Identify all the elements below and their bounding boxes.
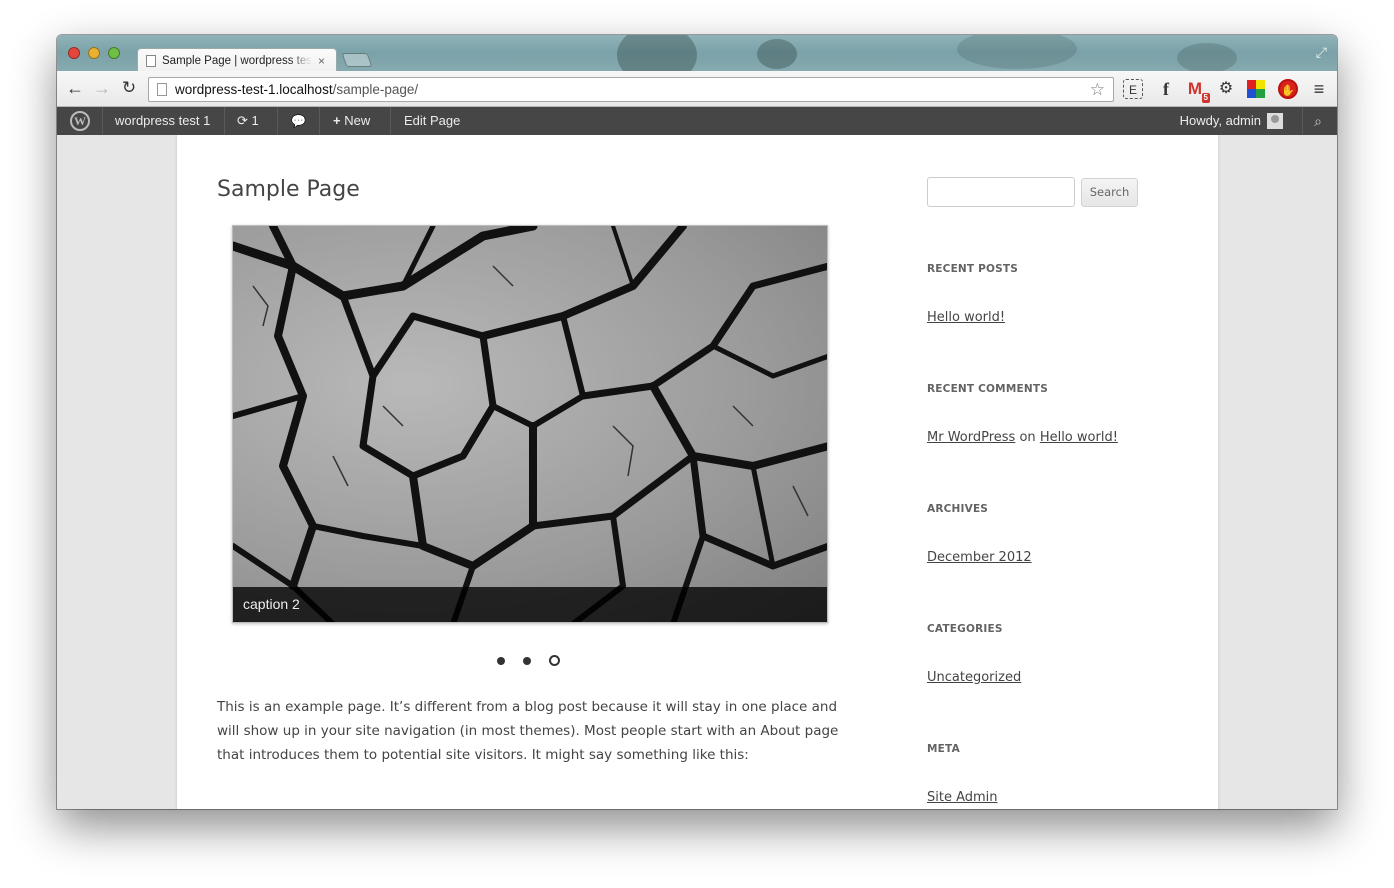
category-item[interactable]: Uncategorized [927,670,1021,685]
browser-toolbar: ← → ↻ wordpress-test-1.localhost/sample-… [57,71,1337,107]
adblock-extension-icon[interactable]: ✋ [1278,79,1298,99]
window-close-button[interactable] [68,47,80,59]
browser-tab-active[interactable]: Sample Page | wordpress test 1 × [137,48,337,71]
gear-icon[interactable]: ⚙ [1216,79,1236,99]
color-picker-extension-icon[interactable] [1247,80,1265,98]
slider-dot-3-active[interactable] [549,655,560,666]
page-icon [146,54,156,67]
admin-bar-divider [102,107,103,135]
site-admin-link[interactable]: Site Admin [927,790,998,805]
meta-item[interactable]: Site Admin [927,790,998,805]
gmail-extension-icon[interactable]: M 5 [1185,79,1210,103]
archive-link[interactable]: December 2012 [927,550,1032,565]
comment-on-text: on [1019,430,1036,445]
avatar [1267,113,1283,129]
fullscreen-icon[interactable]: ⤢ [1316,44,1327,61]
forward-icon[interactable]: → [92,78,112,98]
admin-bar-divider [224,107,225,135]
bookmark-star-icon[interactable]: ☆ [1090,78,1105,101]
search-icon[interactable]: ⌕ [1303,107,1333,135]
page-viewport: Sample Page caption 2 This is an example… [57,135,1337,809]
category-link[interactable]: Uncategorized [927,670,1021,685]
recent-post-link[interactable]: Hello world! [927,310,1005,325]
tab-title: Sample Page | wordpress test 1 [162,54,312,67]
gmail-icon: M [1187,79,1203,98]
browser-titlebar: Sample Page | wordpress test 1 × ⤢ [57,35,1337,71]
comment-post-link[interactable]: Hello world! [1040,430,1118,445]
browser-window: Sample Page | wordpress test 1 × ⤢ ← → ↻… [57,35,1337,809]
archive-item[interactable]: December 2012 [927,550,1032,565]
admin-bar-divider [390,107,391,135]
search-input[interactable] [927,177,1075,207]
slider-caption: caption 2 [233,587,827,622]
updates-icon: ⟳ [237,113,248,128]
recent-comment-item: Mr WordPress on Hello world! [927,430,1118,445]
recent-posts-heading: Recent Posts [927,263,1019,275]
admin-bar-site-name[interactable]: wordpress test 1 [105,107,220,135]
categories-heading: Categories [927,623,1003,635]
comments-icon[interactable]: 💬 [281,107,316,135]
comment-author-link[interactable]: Mr WordPress [927,430,1015,445]
howdy-label: Howdy, admin [1179,113,1261,128]
gmail-unread-badge: 5 [1201,93,1210,103]
new-tab-button[interactable] [341,53,373,67]
recent-comments-heading: Recent Comments [927,383,1048,395]
admin-bar-account[interactable]: Howdy, admin [1170,107,1293,135]
reload-icon[interactable]: ↻ [119,78,139,98]
page-body-text: This is an example page. It’s different … [217,699,839,763]
slider-dot-1[interactable] [497,656,505,665]
wp-admin-bar: W wordpress test 1 ⟳ 1 💬 + New Edit Page… [57,107,1337,135]
image-slider[interactable]: caption 2 [232,225,828,623]
meta-heading: Meta [927,743,960,755]
url-path: /sample-page/ [332,82,419,97]
wordpress-logo-icon[interactable]: W [60,107,100,135]
facebook-extension-icon[interactable]: f [1156,79,1176,99]
back-icon[interactable]: ← [65,78,85,98]
slider-dot-2[interactable] [523,656,531,665]
recent-post-link-text[interactable]: Hello world! [927,310,1005,325]
url-host: wordpress-test-1.localhost [175,82,333,97]
wordpress-logo-glyph: W [70,111,90,131]
address-bar[interactable]: wordpress-test-1.localhost/sample-page/ … [148,77,1114,102]
site-content: Sample Page caption 2 This is an example… [177,135,1218,809]
slider-pagination [497,655,560,666]
window-zoom-button[interactable] [108,47,120,59]
archives-heading: Archives [927,503,989,515]
search-button[interactable]: Search [1081,178,1138,207]
tab-close-icon[interactable]: × [318,54,325,68]
chrome-menu-icon[interactable]: ≡ [1309,79,1329,99]
window-minimize-button[interactable] [88,47,100,59]
admin-bar-edit-page[interactable]: Edit Page [394,107,470,135]
comment-bubble-icon: 💬 [291,114,306,128]
admin-bar-divider [277,107,278,135]
evernote-extension-icon[interactable]: E [1123,79,1143,99]
page-icon [157,83,167,96]
plus-icon: + [333,113,341,128]
cracked-earth-image [233,226,827,622]
new-label: New [344,113,371,128]
admin-bar-updates[interactable]: ⟳ 1 [227,107,269,135]
page-title: Sample Page [217,177,360,202]
updates-count: 1 [251,113,259,128]
admin-bar-new[interactable]: + New [323,107,380,135]
admin-bar-divider [319,107,320,135]
